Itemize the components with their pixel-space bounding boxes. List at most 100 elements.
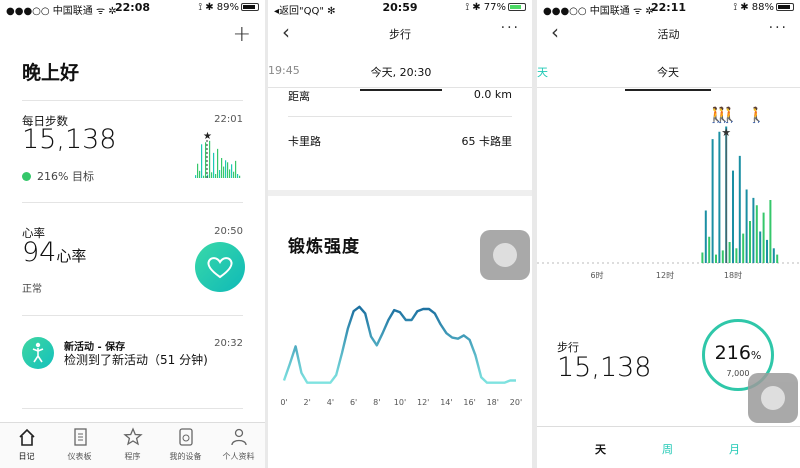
battery-icon [508, 3, 526, 11]
x-tick-label: 12时 [656, 270, 674, 280]
mini-bar [237, 174, 239, 178]
mini-bar [221, 158, 223, 178]
page-title: 活动 [657, 28, 680, 41]
star-icon [122, 427, 143, 446]
status-bar: ◂返回"QQ" ✻ 20:59 ⟟ ✱ 77% [268, 0, 532, 17]
tab-current-session[interactable]: 今天, 20:30 [360, 64, 442, 91]
steps-goal: 216% 目标 [22, 168, 94, 184]
heart-value: 94心率 [22, 237, 87, 268]
mini-bar [209, 140, 211, 178]
x-tick-label: 16' [463, 398, 475, 407]
mini-bar [197, 163, 199, 178]
mini-bar [223, 166, 225, 178]
x-tick-label: 6' [350, 398, 357, 407]
greeting-title: 晚上好 [22, 62, 80, 84]
mini-bar [213, 152, 215, 178]
walking-detail-screen: ◂返回"QQ" ✻ 20:59 ⟟ ✱ 77% ‹ 步行 ··· 19:45 今… [268, 0, 532, 468]
status-bar: ●●●○○ 中国联通 ᯤ ✲ 22:11 ⟟ ✱ 88% [537, 0, 800, 17]
activity-badge [22, 337, 54, 369]
house-icon [18, 428, 35, 446]
intensity-line [282, 305, 516, 384]
add-button[interactable]: + [233, 22, 251, 47]
mini-bar [219, 170, 221, 178]
tab-previous-session[interactable]: 19:45 [268, 64, 300, 77]
mini-bar [201, 144, 203, 178]
mini-bar [225, 160, 227, 178]
day-tabs: 天 今天 [537, 56, 800, 91]
device-icon [178, 428, 193, 446]
mini-bar [227, 162, 229, 178]
nav-profile[interactable]: 个人资料 [212, 427, 265, 462]
period-tabs: 天 周 月 [537, 426, 800, 468]
divider [22, 315, 243, 316]
more-icon[interactable]: ··· [501, 20, 520, 36]
nav-programs[interactable]: 程序 [106, 427, 159, 462]
assistive-touch-button[interactable] [480, 230, 530, 280]
intensity-chart: 0' 2' 4' 6' 8' 10' 12' 14' 16' 18' 20' [280, 305, 522, 407]
assistive-touch-button[interactable] [748, 373, 798, 423]
calories-row: 卡里路 65 卡路里 [288, 133, 512, 149]
page-title: 步行 [389, 28, 411, 41]
section-divider [268, 190, 532, 196]
mini-bar [231, 164, 233, 178]
nav-diary[interactable]: 日记 [0, 427, 53, 462]
steps-mini-chart: ★ [195, 131, 241, 178]
walking-person-icon: 🚶 [747, 106, 766, 124]
x-tick-label: 14' [440, 398, 452, 407]
person-icon [230, 428, 247, 446]
distance-row: 距离 0.0 km [288, 88, 512, 104]
heart-badge [195, 242, 245, 292]
x-tick-label: 0' [280, 398, 287, 407]
document-icon [73, 428, 87, 446]
nav-bar: ‹ 步行 ··· [268, 18, 532, 48]
distance-label: 距离 [288, 90, 310, 103]
x-tick-label: 18' [487, 398, 499, 407]
calories-value: 65 卡路里 [461, 135, 513, 148]
session-tabs: 19:45 今天, 20:30 [268, 56, 532, 91]
nav-bar: ‹ 活动 ··· [537, 18, 800, 48]
nav-my-devices[interactable]: 我的设备 [159, 427, 212, 462]
more-icon[interactable]: ··· [769, 20, 788, 36]
heart-status: 正常 [22, 284, 42, 295]
status-right: ⟟ ✱ 89% [198, 2, 259, 13]
star-icon: ★ [721, 126, 731, 139]
x-tick-label: 10' [394, 398, 406, 407]
steps-time: 22:01 [214, 114, 243, 125]
x-tick-label: 18时 [724, 270, 742, 280]
mini-bar [217, 148, 219, 178]
x-tick-label: 8' [373, 398, 380, 407]
mini-bar [215, 174, 217, 178]
status-right: ⟟ ✱ 77% [465, 2, 526, 13]
x-tick-label: 20' [510, 398, 522, 407]
walking-person-icon [32, 342, 44, 363]
tab-today[interactable]: 今天 [625, 64, 711, 91]
x-tick-label: 2' [304, 398, 311, 407]
activity-text: 检测到了新活动（51 分钟) [64, 353, 208, 367]
goal-dot-icon [22, 172, 31, 181]
divider [22, 202, 243, 203]
tab-day[interactable]: 天 [595, 441, 606, 457]
nav-dashboard[interactable]: 仪表板 [53, 427, 106, 462]
status-bar: ●●●○○ 中国联通 ᯤ ✲ 22:08 ⟟ ✱ 89% [0, 0, 265, 17]
activity-title: 新活动 - 保存 [64, 342, 126, 353]
mini-bar [211, 172, 213, 178]
mini-bar [233, 171, 235, 178]
tab-previous-day[interactable]: 天 [537, 64, 548, 80]
calories-label: 卡里路 [288, 135, 321, 148]
status-right: ⟟ ✱ 88% [733, 2, 794, 13]
battery-icon [241, 3, 259, 11]
divider [288, 116, 512, 117]
mini-bar [199, 170, 201, 178]
mini-bar [203, 175, 205, 178]
x-tick-label: 12' [417, 398, 429, 407]
diary-screen: ●●●○○ 中国联通 ᯤ ✲ 22:08 ⟟ ✱ 89% + 晚上好 每日步数 … [0, 0, 265, 468]
mini-bar [239, 175, 241, 178]
activity-screen: ●●●○○ 中国联通 ᯤ ✲ 22:11 ⟟ ✱ 88% ‹ 活动 ··· 天 … [537, 0, 800, 468]
tab-month[interactable]: 月 [729, 441, 740, 457]
hourly-activity-chart: ★🚶🚶🚶 🚶6时 12时 18时 [537, 106, 800, 280]
heart-time: 20:50 [214, 226, 243, 237]
steps-value: 15,138 [22, 124, 117, 155]
steps-value: 15,138 [557, 352, 652, 383]
tab-week[interactable]: 周 [662, 441, 673, 457]
divider [22, 100, 243, 101]
